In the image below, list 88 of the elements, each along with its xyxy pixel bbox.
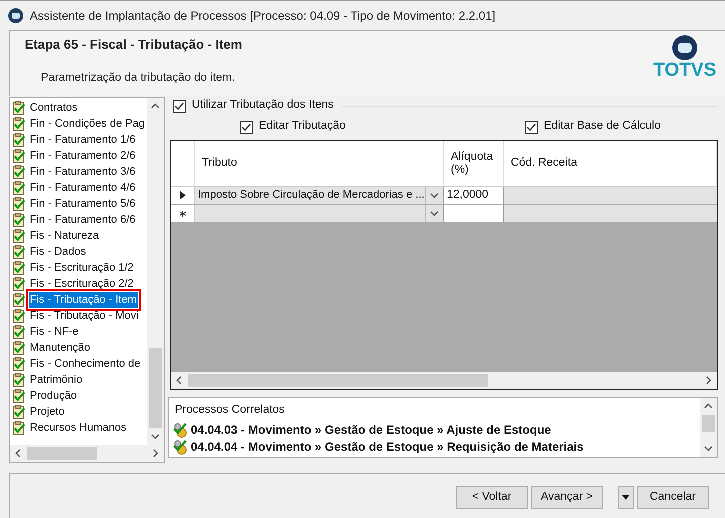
column-header[interactable]: Alíquota (%) (444, 141, 504, 186)
checkbox[interactable] (173, 100, 186, 112)
step-item[interactable]: Fis - Tributação - Movi (29, 308, 140, 324)
checklist-icon (12, 389, 26, 403)
horizontal-scrollbar[interactable] (171, 372, 717, 389)
checkbox-label: Utilizar Tributação dos Itens (192, 98, 334, 114)
checklist-icon (12, 325, 26, 339)
step-item[interactable]: Fin - Faturamento 5/6 (29, 196, 137, 212)
scrollbar-thumb[interactable] (149, 348, 162, 428)
scroll-down-icon[interactable] (151, 432, 160, 441)
scroll-left-icon[interactable] (14, 449, 23, 458)
step-item[interactable]: Projeto (29, 404, 66, 420)
related-process-link[interactable]: 04.04.04 - Movimento » Gestão de Estoque » Requisição de Materiais (191, 438, 584, 456)
checklist-icon (12, 117, 26, 131)
next-button[interactable]: Avançar > (531, 486, 603, 509)
step-item[interactable]: Fin - Condições de Pag (29, 116, 146, 132)
logo-icon (672, 35, 698, 61)
step-item[interactable]: Patrimônio (29, 372, 84, 388)
caret-icon (622, 495, 630, 500)
scroll-right-icon[interactable] (151, 449, 160, 458)
scroll-up-icon[interactable] (704, 402, 713, 411)
step-item[interactable]: Fin - Faturamento 6/6 (29, 212, 137, 228)
checklist-icon (12, 421, 26, 435)
checkbox[interactable] (240, 120, 253, 134)
checklist-icon (12, 165, 26, 179)
scrollbar[interactable] (147, 98, 164, 445)
scroll-down-icon[interactable] (704, 444, 713, 453)
column-header[interactable]: Tributo (195, 141, 444, 186)
current-row-icon (180, 191, 186, 200)
checklist-icon (12, 341, 26, 355)
step-title: Etapa 65 - Fiscal - Tributação - Item (25, 36, 244, 54)
gear-check-icon (173, 422, 189, 438)
step-item[interactable]: Recursos Humanos (29, 420, 128, 436)
checklist-icon (12, 133, 26, 147)
checkbox-label: Editar Tributação (259, 119, 346, 134)
new-row-icon (180, 210, 186, 216)
checklist-icon (12, 405, 26, 419)
checklist-icon (12, 229, 26, 243)
step-item[interactable]: Fis - Dados (29, 244, 88, 260)
step-item[interactable]: Manutenção (29, 340, 92, 356)
rate-field[interactable] (444, 205, 504, 222)
step-item[interactable]: Fis - NF-e (29, 324, 80, 340)
dropdown-button[interactable] (618, 486, 634, 509)
related-process-link[interactable]: 04.04.03 - Movimento » Gestão de Estoque » Ajuste de Estoque (191, 420, 552, 439)
checklist-icon (12, 309, 26, 323)
scrollbar-thumb[interactable] (27, 447, 97, 460)
step-item[interactable]: Fis - Escrituração 2/2 (29, 276, 135, 292)
checklist-icon (12, 101, 26, 115)
checklist-icon (12, 277, 26, 291)
checklist-icon (12, 245, 26, 259)
step-item[interactable]: Fis - Escrituração 1/2 (29, 260, 135, 276)
step-item[interactable]: Fin - Faturamento 1/6 (29, 132, 137, 148)
scrollbar[interactable] (700, 398, 717, 457)
checkbox[interactable] (525, 120, 538, 134)
back-button[interactable]: < Voltar (456, 486, 528, 509)
scroll-up-icon[interactable] (151, 102, 160, 111)
logo-text: TOTVS (654, 61, 716, 81)
checklist-icon (12, 197, 26, 211)
scrollbar-thumb[interactable] (702, 415, 715, 432)
checklist-icon (12, 149, 26, 163)
window-title: Assistente de Implantação de Processos [Processo: 04.09 - Tipo de Movimento: 2.2.01] (30, 8, 496, 24)
cancel-button[interactable]: Cancelar (637, 486, 709, 509)
gear-check-icon (173, 438, 189, 455)
rate-field[interactable]: 12,0000 (444, 187, 504, 204)
checklist-icon (12, 373, 26, 387)
app-logo-icon (8, 8, 24, 24)
step-item[interactable]: Fin - Faturamento 3/6 (29, 164, 137, 180)
horizontal-scrollbar[interactable] (10, 445, 164, 462)
step-item[interactable]: Contratos (29, 100, 79, 116)
column-header[interactable]: Cód. Receita (504, 141, 717, 186)
checkbox-label: Editar Base de Cálculo (544, 119, 661, 134)
step-item[interactable]: Fin - Faturamento 2/6 (29, 148, 137, 164)
checklist-icon (12, 213, 26, 227)
step-item[interactable]: Fis - Tributação - Item (29, 292, 138, 308)
checklist-icon (12, 261, 26, 275)
step-item[interactable]: Produção (29, 388, 78, 404)
step-item[interactable]: Fin - Faturamento 4/6 (29, 180, 137, 196)
step-item[interactable]: Fis - Natureza (29, 228, 100, 244)
checklist-icon (12, 293, 26, 307)
checklist-icon (12, 357, 26, 371)
step-description: Parametrização da tributação do item. (41, 70, 236, 86)
tax-dropdown[interactable]: Imposto Sobre Circulação de Mercadorias e ... (195, 187, 444, 204)
scrollbar-thumb[interactable] (188, 374, 488, 387)
scroll-right-icon[interactable] (704, 376, 713, 385)
step-item[interactable]: Fis - Conhecimento de (29, 356, 142, 372)
checklist-icon (12, 181, 26, 195)
scroll-left-icon[interactable] (175, 376, 184, 385)
panel-title: Processos Correlatos (175, 403, 286, 418)
